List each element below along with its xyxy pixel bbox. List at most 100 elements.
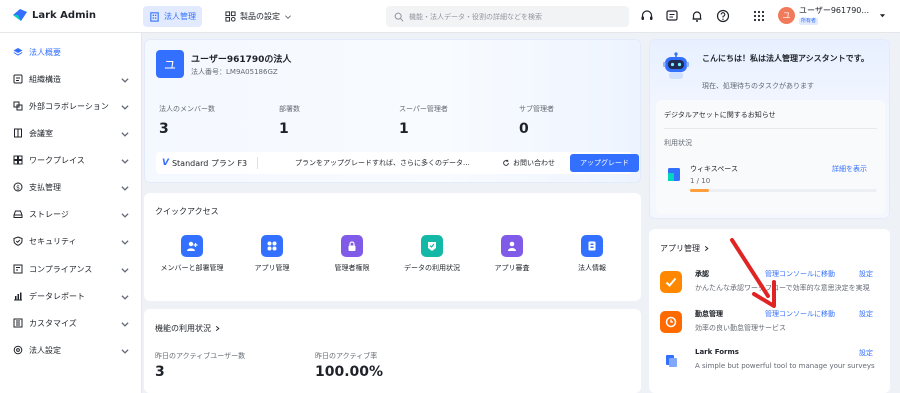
plan-bar: V Standard プラン F3 プランをアップグレードすれば、さらに多くのデ… — [156, 152, 639, 174]
chevron-right-icon — [215, 325, 220, 332]
go-to-console-link[interactable]: 管理コンソールに移動 — [765, 309, 835, 319]
refresh-icon — [503, 159, 509, 166]
quick-item-corp-info[interactable]: 法人情報 — [552, 235, 632, 274]
sidebar-item-label: ワークプレイス — [29, 155, 85, 165]
plan-label: Standard プラン F3 — [171, 158, 248, 168]
sidebar-item-label: 組織構造 — [29, 74, 61, 84]
wiki-space-name: ウィキスペース — [690, 165, 738, 173]
sidebar-item-corp-settings[interactable]: 法人設定 — [0, 340, 142, 360]
help-icon[interactable] — [716, 9, 730, 23]
meeting-room-icon — [14, 128, 22, 138]
upgrade-button[interactable]: アップグレード — [570, 154, 639, 172]
sidebar-item-org[interactable]: 組織構造 — [0, 69, 142, 89]
go-to-console-link[interactable]: 管理コンソールに移動 — [765, 269, 835, 279]
view-details-link[interactable]: 詳細を表示 — [832, 164, 867, 174]
info-icon — [581, 235, 603, 257]
lark-logo-icon — [13, 9, 27, 21]
quick-item-apps[interactable]: アプリ管理 — [232, 235, 312, 274]
chevron-down-icon — [285, 14, 291, 19]
shield-icon — [13, 236, 23, 246]
quick-item-label: 法人情報 — [578, 264, 606, 272]
tab-label: 法人管理 — [164, 12, 196, 21]
quick-item-admin-rights[interactable]: 管理者権限 — [312, 235, 392, 274]
chevron-down-icon — [121, 322, 129, 327]
quick-item-app-review[interactable]: アプリ審査 — [472, 235, 552, 274]
message-icon[interactable] — [665, 9, 679, 23]
tab-corp-management[interactable]: 法人管理 — [143, 6, 202, 27]
collab-icon — [13, 101, 23, 111]
approval-icon — [660, 271, 682, 293]
app-settings-link[interactable]: 設定 — [859, 269, 873, 279]
divider — [664, 128, 877, 129]
app-description: A simple but powerful tool to manage you… — [695, 362, 875, 370]
quick-access-card: クイックアクセス メンバーと部署管理 アプリ管理 管理者権限 データの利用状況 … — [144, 193, 641, 301]
corp-avatar: ユ — [156, 50, 184, 78]
sidebar-item-payment[interactable]: $ 支払管理 — [0, 177, 142, 197]
grid-gear-icon — [225, 11, 236, 22]
wiki-usage-progress — [690, 189, 877, 192]
user-name: ユーザー961790... — [799, 6, 870, 15]
app-management-title[interactable]: アプリ管理 — [660, 243, 710, 254]
quick-item-label: データの利用状況 — [404, 264, 460, 272]
sidebar-item-security[interactable]: セキュリティ — [0, 231, 142, 251]
app-grid-icon[interactable] — [752, 9, 766, 23]
member-icon — [181, 235, 203, 257]
layers-icon — [13, 48, 23, 56]
plan-message: プランをアップグレードすれば、さらに多くのデータ... — [295, 159, 470, 167]
stat-label: 法人のメンバー数 — [159, 105, 215, 113]
user-menu[interactable]: ユ ユーザー961790... 所有者 — [778, 6, 886, 25]
search-box[interactable] — [386, 6, 629, 27]
sidebar-item-compliance[interactable]: コンプライアンス — [0, 259, 142, 279]
corp-id: 法人番号：LM9A05186GZ — [191, 68, 278, 76]
contact-label: お問い合わせ — [513, 159, 555, 167]
logo[interactable]: Lark Admin — [12, 8, 96, 22]
bell-icon[interactable] — [690, 9, 704, 23]
wiki-space-icon — [668, 168, 680, 181]
sidebar-item-label: データレポート — [29, 291, 85, 301]
headset-icon[interactable] — [640, 9, 654, 23]
tab-product-settings[interactable]: 製品の設定 — [219, 6, 298, 27]
sidebar-item-customize[interactable]: カスタマイズ — [0, 313, 142, 333]
app-settings-link[interactable]: 設定 — [859, 348, 873, 358]
plan-v-icon: V — [162, 158, 169, 168]
quick-item-data-usage[interactable]: データの利用状況 — [392, 235, 472, 274]
stat-super-admins: スーパー管理者 1 — [399, 104, 448, 137]
search-input[interactable] — [409, 12, 619, 21]
workplace-icon — [13, 155, 23, 165]
apps-icon — [261, 235, 283, 257]
sidebar: 法人概要 組織構造 外部コラボレーション 会議室 ワークプレイス $ 支払管理 … — [0, 33, 142, 393]
corp-summary-card: ユ ユーザー961790の法人 法人番号：LM9A05186GZ 法人のメンバー… — [144, 39, 641, 183]
sidebar-item-data-report[interactable]: データレポート — [0, 286, 142, 306]
sidebar-item-collab[interactable]: 外部コラボレーション — [0, 96, 142, 116]
corp-name: ユーザー961790の法人 — [191, 55, 292, 65]
quick-item-members[interactable]: メンバーと部署管理 — [152, 235, 232, 274]
sidebar-item-workplace[interactable]: ワークプレイス — [0, 150, 142, 170]
stat-value: 1 — [399, 121, 409, 137]
sidebar-item-label: ストレージ — [29, 209, 69, 219]
stat-members: 法人のメンバー数 3 — [159, 104, 215, 137]
assistant-title: こんにちは！私は法人管理アシスタントです。 — [702, 54, 869, 63]
sidebar-item-overview[interactable]: 法人概要 — [0, 42, 142, 62]
assistant-subtitle: 現在、処理待ちのタスクがあります — [702, 82, 814, 90]
sidebar-item-meeting-room[interactable]: 会議室 — [0, 123, 142, 143]
forms-icon — [660, 350, 682, 372]
attendance-icon — [660, 311, 682, 333]
compliance-icon — [13, 264, 23, 274]
stat-value: 1 — [279, 121, 289, 137]
chevron-down-icon — [121, 349, 129, 354]
top-bar: Lark Admin 法人管理 製品の設定 ユ ユーザー961790... 所有… — [0, 0, 900, 33]
assistant-card: こんにちは！私は法人管理アシスタントです。 現在、処理待ちのタスクがあります デ… — [649, 39, 890, 219]
feature-usage-title[interactable]: 機能の利用状況 — [155, 323, 221, 334]
usage-label: 昨日のアクティブ率 — [315, 352, 378, 360]
usage-value: 100.00% — [315, 364, 384, 380]
tab-label: 製品の設定 — [240, 12, 280, 21]
sidebar-item-label: 法人設定 — [29, 345, 61, 355]
usage-status-label: 利用状況 — [664, 139, 692, 147]
quick-item-label: アプリ審査 — [494, 264, 530, 272]
payment-icon: $ — [13, 182, 23, 192]
contact-link[interactable]: お問い合わせ — [502, 152, 555, 174]
data-icon — [421, 235, 443, 257]
sidebar-item-storage[interactable]: ストレージ — [0, 204, 142, 224]
sidebar-item-label: 法人概要 — [29, 47, 61, 57]
app-settings-link[interactable]: 設定 — [859, 309, 873, 319]
